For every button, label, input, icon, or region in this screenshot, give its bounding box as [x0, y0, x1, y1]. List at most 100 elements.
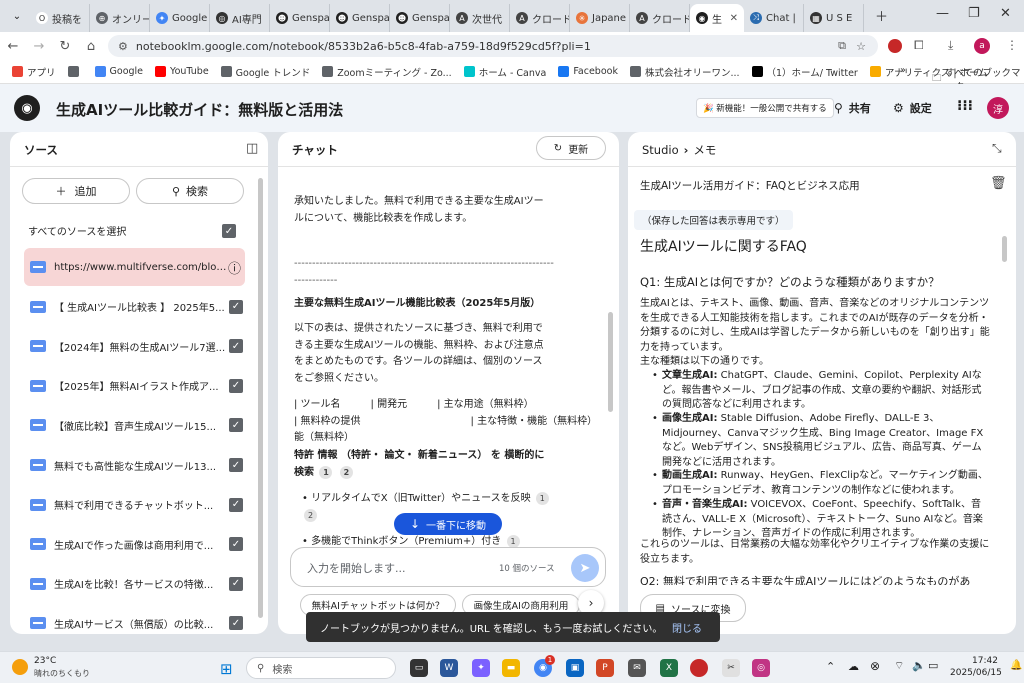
source-item[interactable]: 生成AIを比較！各サービスの特徴... ✓: [24, 565, 245, 603]
share-button[interactable]: ⚲ 共有: [834, 100, 871, 116]
notebook-title[interactable]: 生成AIツール比較ガイド：無料版と活用法: [56, 99, 343, 120]
file-explorer-icon[interactable]: ▬: [502, 659, 520, 677]
bookmark-item[interactable]: Zoomミーティング - Zo...: [322, 65, 452, 79]
avatar[interactable]: 淳: [987, 97, 1009, 119]
bookmark-item[interactable]: YouTube: [155, 65, 209, 79]
search-sources-button[interactable]: ⚲ 検索: [136, 178, 244, 204]
apps-grid-icon[interactable]: ⁝⁝⁝: [957, 98, 973, 114]
browser-tab[interactable]: ☻ Genspa: [330, 4, 390, 32]
refresh-button[interactable]: ↻ 更新: [536, 136, 606, 160]
browser-tab[interactable]: ◎ AI専門: [210, 4, 270, 32]
source-item[interactable]: 【2025年】無料AIイラスト作成ア... ✓: [24, 367, 245, 405]
notebooklm-logo-icon[interactable]: ◉: [14, 95, 40, 121]
notification-bell-icon[interactable]: 🔔: [1010, 660, 1022, 671]
source-checkbox[interactable]: ✓: [229, 418, 243, 433]
bookmark-item[interactable]: Facebook: [558, 65, 618, 79]
excel-icon[interactable]: X: [660, 659, 678, 677]
bookmark-item[interactable]: 株式会社オリーワン...: [629, 65, 740, 79]
profile-button[interactable]: a: [974, 38, 990, 54]
browser-tab[interactable]: A クロード: [630, 4, 690, 32]
browser-tab[interactable]: ⊕ オンリー: [90, 4, 150, 32]
extensions-puzzle-icon[interactable]: ⧠: [914, 38, 924, 53]
source-checkbox[interactable]: ✓: [229, 339, 243, 354]
clock-date[interactable]: 2025/06/15: [950, 668, 1002, 678]
citation-button[interactable]: 2: [339, 465, 353, 479]
scroll-to-bottom-button[interactable]: ↓ 一番下に移動: [394, 513, 502, 535]
bookmark-star-icon[interactable]: ☆: [856, 40, 866, 53]
word-icon[interactable]: W: [440, 659, 458, 677]
source-item[interactable]: 無料で利用できるチャットボット... ✓: [24, 486, 245, 524]
info-icon[interactable]: ⓘ: [228, 258, 241, 277]
browser-menu-icon[interactable]: ⋮: [1006, 38, 1018, 52]
extension-icon[interactable]: [888, 39, 902, 53]
close-window-button[interactable]: ✕: [1000, 6, 1011, 21]
home-button[interactable]: ⌂: [78, 39, 104, 54]
install-app-icon[interactable]: ⧉: [838, 39, 846, 53]
url-bar[interactable]: ⚙ notebooklm.google.com/notebook/8533b2a…: [108, 35, 878, 57]
source-checkbox[interactable]: ✓: [229, 616, 243, 631]
collapse-panel-icon[interactable]: ◫: [246, 141, 258, 156]
taskbar-search[interactable]: ⚲ 検索: [246, 657, 396, 679]
browser-tab[interactable]: ⤨ Chat |: [744, 4, 804, 32]
source-checkbox[interactable]: ✓: [229, 576, 243, 591]
chat-scrollbar[interactable]: [608, 312, 613, 412]
collapse-icon[interactable]: ⤡: [992, 141, 1002, 156]
citation-button[interactable]: 1: [535, 492, 549, 505]
site-info-icon[interactable]: ⚙: [118, 40, 128, 53]
bookmark-item[interactable]: Google: [94, 65, 143, 79]
tray-chevron-up-icon[interactable]: ⌃: [826, 660, 835, 673]
browser-tab[interactable]: ✳ Japane: [570, 4, 630, 32]
wifi-icon[interactable]: ⌔: [894, 659, 904, 673]
task-view-icon[interactable]: ▭: [410, 659, 428, 677]
browser-tab[interactable]: A 次世代: [450, 4, 510, 32]
bookmark-item[interactable]: [67, 65, 83, 79]
select-all-checkbox[interactable]: ✓: [222, 224, 236, 238]
minimize-button[interactable]: —: [936, 6, 949, 21]
new-tab-button[interactable]: ＋: [875, 6, 888, 25]
add-source-button[interactable]: ＋ 追加: [22, 178, 130, 204]
settings-button[interactable]: ⚙ 設定: [893, 100, 932, 116]
tray-app-icon[interactable]: ⊗: [870, 659, 880, 673]
bookmarks-more-button[interactable]: »: [900, 65, 906, 76]
bookmark-item[interactable]: ホーム - Canva: [463, 65, 546, 79]
browser-tab[interactable]: A クロード: [510, 4, 570, 32]
forward-button[interactable]: →: [26, 39, 52, 54]
weather-icon[interactable]: [12, 659, 28, 675]
cloud-icon[interactable]: ☁: [848, 660, 859, 673]
send-button[interactable]: ➤: [571, 554, 599, 582]
source-checkbox[interactable]: ✓: [229, 497, 243, 512]
app-icon[interactable]: [690, 659, 708, 677]
restore-button[interactable]: ❐: [968, 6, 980, 21]
chat-input-box[interactable]: 入力を開始します... 10 個のソース ➤: [290, 547, 606, 587]
source-checkbox[interactable]: ✓: [229, 537, 243, 552]
source-checkbox[interactable]: ✓: [229, 378, 243, 393]
tab-active[interactable]: ◉ 生 ✕: [690, 4, 744, 32]
instagram-icon[interactable]: ◎: [752, 659, 770, 677]
back-button[interactable]: ←: [0, 39, 26, 54]
browser-tab[interactable]: ✦ Google: [150, 4, 210, 32]
bookmark-item[interactable]: Google トレンド: [220, 65, 310, 79]
tab-search-button[interactable]: ⌄: [4, 3, 30, 29]
battery-icon[interactable]: ▭: [928, 659, 938, 672]
volume-icon[interactable]: 🔈: [912, 659, 926, 672]
browser-tab[interactable]: ☻ Genspa: [270, 4, 330, 32]
copilot-icon[interactable]: ✦: [472, 659, 490, 677]
citation-button[interactable]: 1: [319, 465, 333, 479]
windows-start-icon[interactable]: ⊞: [220, 660, 233, 678]
toast-close-button[interactable]: 閉じる: [672, 620, 702, 635]
source-item[interactable]: 生成AIサービス（無償版）の比較... ✓: [24, 604, 245, 634]
source-checkbox[interactable]: ✓: [229, 299, 243, 314]
source-item[interactable]: 【徹底比較】音声生成AIツール15... ✓: [24, 406, 245, 444]
browser-tab[interactable]: ☻ Genspa: [390, 4, 450, 32]
new-feature-banner[interactable]: 🎉 新機能！一般公開で共有する: [696, 98, 834, 118]
source-item[interactable]: 生成AIで作った画像は商用利用で... ✓: [24, 525, 245, 563]
source-item[interactable]: 【2024年】無料の生成AIツール7選... ✓: [24, 327, 245, 365]
reload-button[interactable]: ↻: [52, 39, 78, 54]
mail-icon[interactable]: ✉: [628, 659, 646, 677]
browser-tab[interactable]: ▦ U S E: [804, 4, 864, 32]
studio-scrollbar[interactable]: [1002, 236, 1007, 262]
breadcrumb-studio[interactable]: Studio: [642, 143, 679, 157]
download-icon[interactable]: ⤓: [948, 38, 953, 53]
store-icon[interactable]: ▣: [566, 659, 584, 677]
source-item[interactable]: https://www.multifverse.com/blog-... ⓘ: [24, 248, 245, 286]
